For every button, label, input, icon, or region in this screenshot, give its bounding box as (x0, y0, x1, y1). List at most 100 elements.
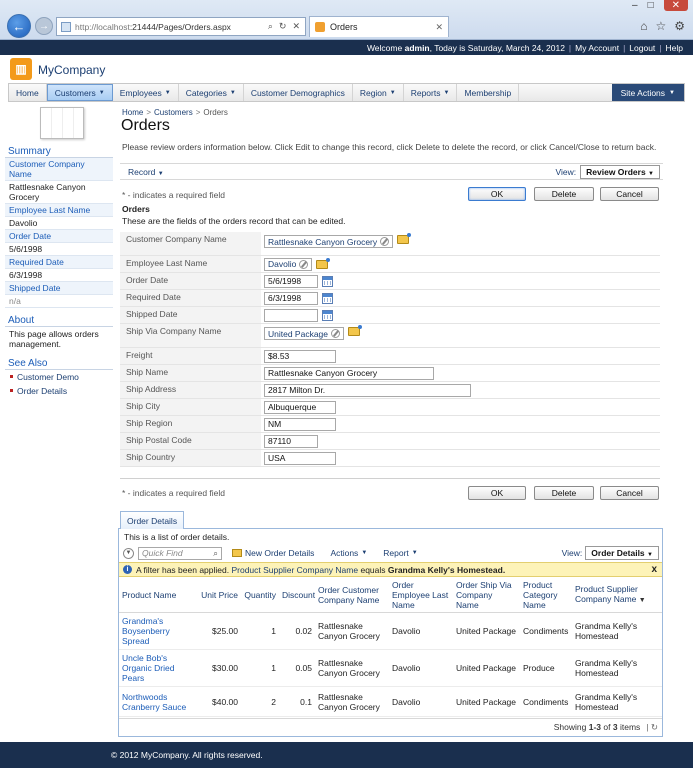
my-account-link[interactable]: My Account (575, 43, 619, 53)
order-date-input[interactable]: 5/6/1998 (264, 274, 318, 288)
favorites-star-icon[interactable]: ☆ (655, 19, 666, 33)
col-unit-price[interactable]: Unit Price (197, 578, 241, 613)
menu-item-customer-demographics[interactable]: Customer Demographics (244, 84, 353, 101)
menu-item-employees[interactable]: Employees ▼ (113, 84, 179, 101)
chevron-down-icon[interactable]: ▼ (123, 547, 134, 559)
menu-item-home[interactable]: Home (9, 84, 47, 101)
home-icon[interactable]: ⌂ (640, 19, 647, 33)
delete-button-top[interactable]: Delete (534, 187, 594, 201)
calendar-icon[interactable] (322, 309, 333, 321)
menu-item-membership[interactable]: Membership (457, 84, 520, 101)
col-product-category[interactable]: Product Category Name (520, 578, 572, 613)
details-view-selector[interactable]: Order Details ▼ (585, 546, 659, 560)
cell-product-name[interactable]: Uncle Bob's Organic Dried Pears (119, 649, 197, 687)
view-value: Review Orders (586, 166, 646, 177)
menu-item-reports[interactable]: Reports ▼ (404, 84, 458, 101)
cancel-button-top[interactable]: Cancel (600, 187, 659, 201)
menu-item-region[interactable]: Region ▼ (353, 84, 404, 101)
ship-via-lookup[interactable]: United Package (264, 327, 345, 340)
employee-lookup[interactable]: Davolio (264, 257, 313, 271)
search-icon[interactable]: ⌕ (213, 548, 218, 559)
menu-label: Home (16, 87, 39, 98)
table-row[interactable]: Grandma's Boysenberry Spread $25.00 1 0.… (119, 612, 662, 650)
actions-menu[interactable]: Actions ▼ (330, 548, 367, 558)
clear-filter-icon[interactable]: x (651, 564, 657, 575)
menu-item-customers[interactable]: Customers ▼ (46, 84, 113, 101)
field-label: Freight (120, 348, 261, 364)
cell-supplier: Grandma Kelly's Homestead (572, 612, 662, 650)
orders-form: Customer Company Name Rattlesnake Canyon… (120, 232, 660, 467)
gear-icon[interactable]: ⚙ (674, 19, 685, 33)
shipped-date-input[interactable] (264, 308, 318, 322)
address-bar[interactable]: http://localhost:21444/Pages/Orders.aspx… (56, 17, 306, 36)
refresh-icon[interactable]: | ↻ (646, 722, 658, 733)
favicon-icon (315, 22, 325, 32)
quick-find-placeholder: Quick Find (142, 548, 183, 558)
forward-button[interactable]: → (35, 17, 53, 35)
search-icon[interactable]: ⌕ (268, 21, 273, 32)
tab-order-details[interactable]: Order Details (120, 511, 185, 529)
ok-button-bottom[interactable]: OK (468, 486, 526, 500)
ship-country-input[interactable]: USA (264, 451, 336, 465)
see-also-link-customer-demo[interactable]: Customer Demo (5, 370, 113, 384)
ok-button-top[interactable]: OK (468, 187, 526, 201)
calendar-icon[interactable] (322, 275, 333, 287)
record-menu[interactable]: Record ▼ (120, 167, 164, 177)
required-date-input[interactable]: 6/3/1998 (264, 291, 318, 305)
site-actions-button[interactable]: Site Actions ▼ (611, 84, 684, 101)
minimize-button[interactable]: – (632, 0, 638, 11)
col-order-employee[interactable]: Order Employee Last Name (389, 578, 453, 613)
col-discount[interactable]: Discount (279, 578, 315, 613)
new-shipper-icon[interactable] (348, 325, 363, 336)
breadcrumb-customers[interactable]: Customers (154, 108, 193, 117)
table-row[interactable]: Northwoods Cranberry Sauce $40.00 2 0.1 … (119, 686, 662, 717)
calendar-icon[interactable] (322, 292, 333, 304)
new-customer-icon[interactable] (397, 233, 412, 244)
cancel-button-bottom[interactable]: Cancel (600, 486, 659, 500)
col-order-customer[interactable]: Order Customer Company Name (315, 578, 389, 613)
see-also-link-order-details[interactable]: Order Details (5, 384, 113, 398)
ship-name-input[interactable]: Rattlesnake Canyon Grocery (264, 366, 434, 380)
view-selector[interactable]: Review Orders ▼ (580, 164, 660, 179)
ship-address-input[interactable]: 2817 Milton Dr. (264, 383, 471, 397)
quick-find-input[interactable]: Quick Find ⌕ (138, 546, 222, 560)
back-button[interactable]: ← (7, 14, 31, 38)
lookup-value: Davolio (268, 259, 297, 269)
table-row[interactable]: Uncle Bob's Organic Dried Pears $30.00 1… (119, 649, 662, 687)
maximize-button[interactable]: □ (648, 0, 654, 11)
new-employee-icon[interactable] (316, 257, 331, 269)
col-product-supplier[interactable]: Product Supplier Company Name ▼ (572, 578, 662, 613)
filter-notice: i A filter has been applied. Product Sup… (119, 562, 662, 577)
col-quantity[interactable]: Quantity (241, 578, 279, 613)
record-label: Record (128, 166, 156, 177)
report-menu[interactable]: Report ▼ (383, 548, 417, 558)
cell-category: Produce (520, 649, 572, 687)
refresh-icon[interactable]: ↻ (279, 21, 287, 32)
col-order-ship-via[interactable]: Order Ship Via Company Name (453, 578, 520, 613)
cell-product-name[interactable]: Grandma's Boysenberry Spread (119, 612, 197, 650)
pager-range: 1-3 (588, 722, 602, 732)
close-tab-icon[interactable]: ✕ (435, 22, 443, 33)
breadcrumb: Home > Customers > Orders (122, 108, 228, 117)
close-window-button[interactable]: ✕ (663, 0, 688, 11)
ship-region-input[interactable]: NM (264, 417, 336, 431)
stop-icon[interactable]: ✕ (292, 21, 300, 32)
freight-input[interactable]: $8.53 (264, 349, 336, 363)
logout-link[interactable]: Logout (629, 43, 655, 53)
delete-button-bottom[interactable]: Delete (534, 486, 594, 500)
browser-tab[interactable]: Orders ✕ (309, 16, 449, 37)
col-product-name[interactable]: Product Name (119, 578, 197, 613)
ship-postal-input[interactable]: 87110 (264, 434, 318, 448)
filter-field-link[interactable]: Product Supplier Company Name (231, 565, 358, 575)
new-order-details-button[interactable]: New Order Details (232, 548, 314, 558)
help-link[interactable]: Help (666, 43, 683, 53)
customer-lookup[interactable]: Rattlesnake Canyon Grocery (264, 235, 394, 248)
ship-city-input[interactable]: Albuquerque (264, 400, 336, 414)
menu-item-categories[interactable]: Categories ▼ (179, 84, 244, 101)
company-logo-icon[interactable]: ▥ (10, 58, 32, 80)
breadcrumb-home[interactable]: Home (122, 108, 143, 117)
cell-product-name[interactable]: Northwoods Cranberry Sauce (119, 686, 197, 717)
brand-name[interactable]: MyCompany (38, 63, 105, 77)
details-description: This is a list of order details. (124, 532, 230, 542)
record-toolbar: Record ▼ View: Review Orders ▼ (120, 163, 663, 180)
